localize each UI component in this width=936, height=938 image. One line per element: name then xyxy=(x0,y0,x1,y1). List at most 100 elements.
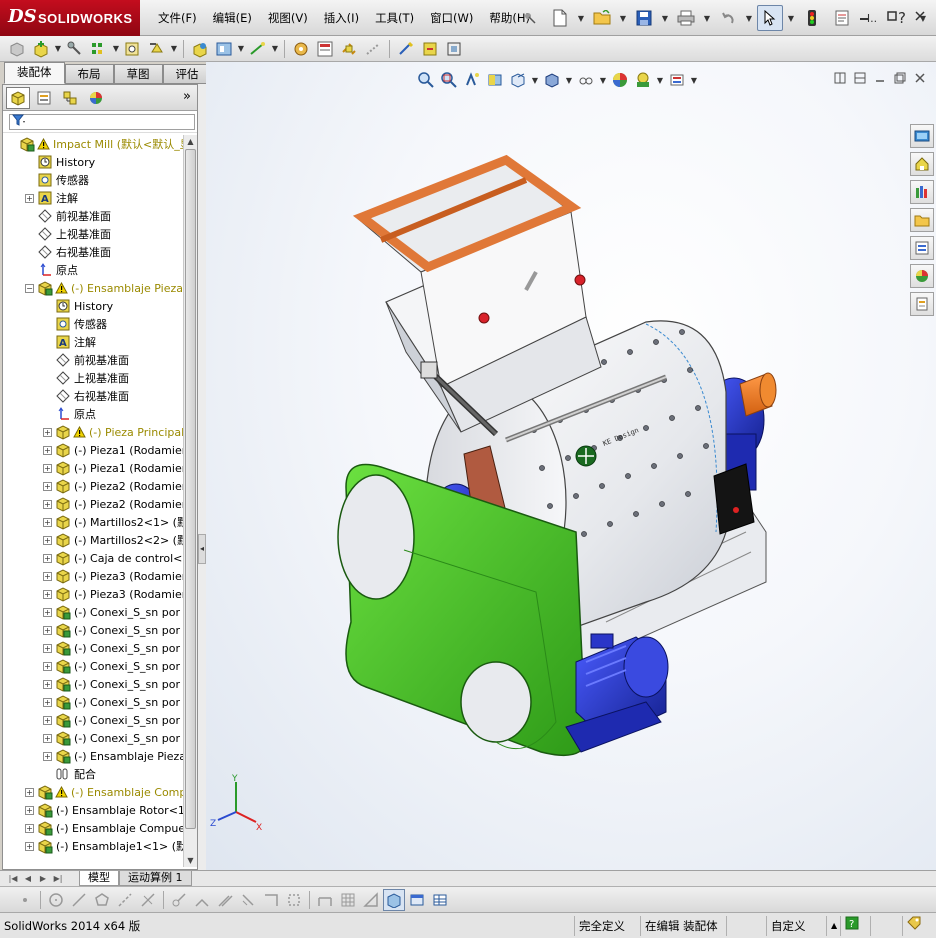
tree-node[interactable]: + (-) Ensamblaje Pieza Princ xyxy=(3,747,185,765)
3d-box-icon[interactable] xyxy=(383,888,405,911)
collapse-icon[interactable]: − xyxy=(25,283,34,293)
display-style-icon[interactable] xyxy=(542,70,562,90)
file-explorer-icon[interactable] xyxy=(910,208,934,232)
zoom-to-fit-icon[interactable] xyxy=(416,70,436,90)
mate-icon[interactable] xyxy=(64,38,86,60)
status-units-caret[interactable]: ▲ xyxy=(826,915,840,936)
tree-node[interactable]: + (-) Ensamblaje Compuerta xyxy=(3,783,185,801)
status-units[interactable]: 自定义 xyxy=(766,915,826,936)
restore-icon[interactable] xyxy=(880,6,904,26)
tree-node[interactable]: 右视基准面 xyxy=(3,387,185,405)
tree-node[interactable]: + (-) Pieza Principal<1> xyxy=(3,423,185,441)
linear-pattern-icon[interactable] xyxy=(88,38,110,60)
custom-properties-icon[interactable] xyxy=(910,292,934,316)
insert-component-icon[interactable] xyxy=(30,38,52,60)
tree-node[interactable]: 前视基准面 xyxy=(3,207,185,225)
tree-node[interactable]: + (-) Conexi_S_sn por perr xyxy=(3,675,185,693)
tree-node[interactable]: History xyxy=(3,153,185,171)
chevron-down-icon[interactable]: ▼ xyxy=(656,76,664,85)
chevron-down-icon[interactable]: ▼ xyxy=(745,14,753,23)
chevron-down-icon[interactable]: ▼ xyxy=(619,14,627,23)
menu-window[interactable]: 窗口(W) xyxy=(422,0,481,36)
tree-node[interactable]: + (-) Conexi_S_sn por perr xyxy=(3,603,185,621)
menu-tools[interactable]: 工具(T) xyxy=(367,0,422,36)
scroll-thumb[interactable] xyxy=(185,149,196,829)
expand-icon[interactable]: + xyxy=(43,751,52,761)
expand-icon[interactable]: + xyxy=(43,733,52,743)
tree-node[interactable]: + (-) Ensamblaje Compuerta Tr xyxy=(3,819,185,837)
chevron-down-icon[interactable]: ▼ xyxy=(577,14,585,23)
rebuild-traffic-light-icon[interactable] xyxy=(799,5,825,31)
tree-node[interactable]: + (-) Ensamblaje Rotor<1> (默 xyxy=(3,801,185,819)
tree-node[interactable]: + (-) Pieza2 (Rodamiento)< xyxy=(3,477,185,495)
expand-icon[interactable]: + xyxy=(25,841,34,851)
menu-insert[interactable]: 插入(I) xyxy=(316,0,367,36)
tree-node[interactable]: 配合 xyxy=(3,765,185,783)
first-tab-icon[interactable]: |◀ xyxy=(6,873,20,885)
home-icon[interactable] xyxy=(910,152,934,176)
expand-icon[interactable]: + xyxy=(43,445,52,455)
tree-node[interactable]: + (-) Ensamblaje1<1> (默认<默 xyxy=(3,837,185,855)
move-component-icon[interactable] xyxy=(146,38,168,60)
chevron-down-icon[interactable]: ▼ xyxy=(112,44,120,53)
chevron-down-icon[interactable]: ▼ xyxy=(237,44,245,53)
expand-icon[interactable]: + xyxy=(43,607,52,617)
viewport-close-icon[interactable] xyxy=(912,70,928,86)
take-snapshot-icon[interactable] xyxy=(443,38,465,60)
view-settings-icon[interactable] xyxy=(667,70,687,90)
viewport-split-icon[interactable] xyxy=(832,70,848,86)
previous-view-icon[interactable] xyxy=(462,70,482,90)
hide-show-items-icon[interactable] xyxy=(576,70,596,90)
prev-tab-icon[interactable]: ◀ xyxy=(21,873,35,885)
viewport-restore-icon[interactable] xyxy=(892,70,908,86)
undo-icon[interactable] xyxy=(715,5,741,31)
expand-icon[interactable]: + xyxy=(43,643,52,653)
tree-node[interactable]: + (-) Pieza2 (Rodamiento)< xyxy=(3,495,185,513)
tree-node[interactable]: + (-) Conexi_S_sn por perr xyxy=(3,729,185,747)
tree-node[interactable]: 传感器 xyxy=(3,171,185,189)
tree-node[interactable]: + (-) Martillos2<2> (默认< xyxy=(3,531,185,549)
open-folder-icon[interactable] xyxy=(589,5,615,31)
tab-layout[interactable]: 布局 xyxy=(64,64,114,84)
offset-icon[interactable] xyxy=(214,889,236,911)
panel-more-button[interactable]: » xyxy=(183,89,191,104)
instant3d-icon[interactable] xyxy=(395,38,417,60)
menu-file[interactable]: 文件(F) xyxy=(150,0,205,36)
tab-motion-study[interactable]: 运动算例 1 xyxy=(119,871,192,886)
zoom-to-area-icon[interactable] xyxy=(439,70,459,90)
update-speedpak-icon[interactable] xyxy=(419,38,441,60)
tree-node[interactable]: + (-) Conexi_S_sn por perr xyxy=(3,711,185,729)
expand-icon[interactable]: + xyxy=(43,571,52,581)
panel-splitter[interactable]: ◂ xyxy=(198,84,206,870)
tree-node[interactable]: History xyxy=(3,297,185,315)
scroll-up-icon[interactable]: ▲ xyxy=(184,135,197,148)
expand-icon[interactable]: + xyxy=(43,463,52,473)
solidworks-resources-icon[interactable] xyxy=(910,124,934,148)
chevron-down-icon[interactable]: ▼ xyxy=(661,14,669,23)
expand-icon[interactable]: + xyxy=(25,193,34,203)
propertymanager-icon[interactable] xyxy=(32,87,56,109)
status-tag-icon[interactable] xyxy=(902,915,926,936)
menu-view[interactable]: 视图(V) xyxy=(260,0,316,36)
section-view-icon[interactable] xyxy=(485,70,505,90)
feature-filter-input[interactable] xyxy=(9,113,195,130)
view-window-icon[interactable] xyxy=(406,889,428,911)
tree-node[interactable]: A 注解 xyxy=(3,333,185,351)
expand-icon[interactable]: + xyxy=(25,787,34,797)
expand-icon[interactable]: + xyxy=(43,481,52,491)
smart-fasteners-icon[interactable] xyxy=(122,38,144,60)
triangle-sketch-icon[interactable] xyxy=(360,889,382,911)
assembly-features-icon[interactable] xyxy=(213,38,235,60)
polygon-icon[interactable] xyxy=(91,889,113,911)
tree-scrollbar[interactable]: ▲ ▼ xyxy=(183,135,197,867)
tree-node[interactable]: + (-) Conexi_S_sn por perr xyxy=(3,621,185,639)
menu-edit[interactable]: 编辑(E) xyxy=(205,0,260,36)
appearance-icon[interactable] xyxy=(84,87,108,109)
expand-icon[interactable]: + xyxy=(43,661,52,671)
viewport-link-icon[interactable] xyxy=(852,70,868,86)
chevron-down-icon[interactable]: ▼ xyxy=(787,14,795,23)
expand-icon[interactable]: + xyxy=(43,427,52,437)
reference-geometry-icon[interactable] xyxy=(247,38,269,60)
centerline-icon[interactable] xyxy=(114,889,136,911)
point-icon[interactable] xyxy=(14,889,36,911)
